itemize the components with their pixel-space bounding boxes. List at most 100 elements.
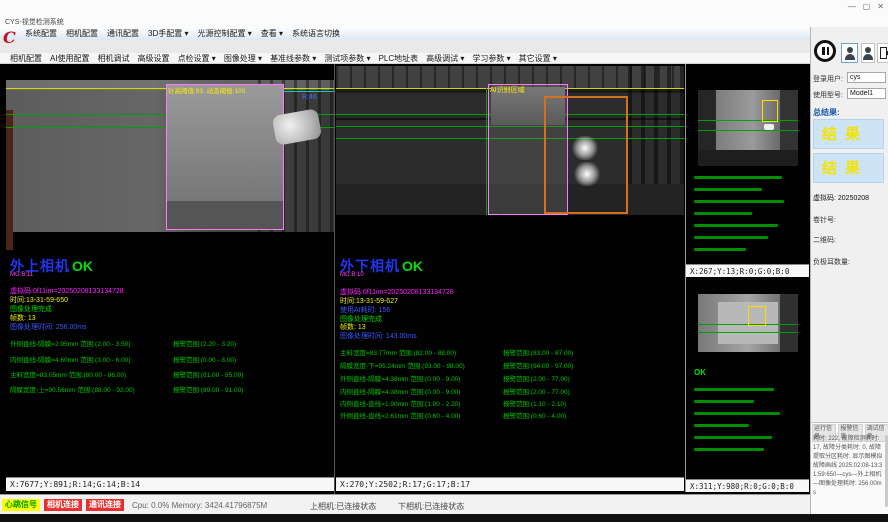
alarm-range: 报警范围:(1.10 - 2.10) [503,398,566,408]
measurement-value: 内侧直线-隔膜=4.38mm 范围:(0.00 - 9.00) [340,389,460,396]
measurement-row: 隔膜宽度-上=90.56mm 范围:(88.00 - 92.00) 报警范围:(… [10,384,135,394]
tool-plc-table[interactable]: PLC地址表 [379,53,419,64]
baseline-line [698,120,798,121]
blurred-text-line [694,436,772,439]
right-top-camera-image[interactable] [698,90,798,166]
menu-view[interactable]: 查看 ▾ [261,28,283,39]
blurred-text-line [694,448,764,451]
coordinate-bar: X:270;Y:2502;R:17;G:17;B:17 [336,477,684,491]
alarm-range: 报警范围:(94.00 - 97.00) [503,360,573,370]
pixel-coordinates: X:311;Y:980;R:0;G:0;B:0 [690,482,794,491]
result-code-label: MG:B:11 [10,272,33,278]
measurement-row: 外侧直线-直线=2.61mm 范围:(0.60 - 4.00) 报警范围:(0.… [340,410,460,420]
result-box-2: 结果 [813,153,884,183]
lower-camera-status: 下相机:已连接状态 [398,501,464,512]
coordinate-bar: X:267;Y:13;R:0;G:0;B:0 [686,264,809,277]
middle-camera-image[interactable]: AI识别区域 [336,66,684,215]
toolbar: 相机配置 AI使用配置 相机调试 高级设置 点检设置 ▾ 图像处理 ▾ 基准线参… [0,53,888,64]
roi-box [166,84,284,230]
result-code-label: MG:B:10 [340,272,364,278]
roi-box [762,100,778,122]
pixel-coordinates: X:7677;Y:891;R:14;G:14;B:14 [10,480,140,489]
result-box-1: 结果 [813,119,884,149]
processing-time-line: 图像处理时间: 256.00ms [10,322,87,332]
right-top-camera-view: X:267;Y:13;R:0;G:0;B:0 [686,64,809,277]
tool-camera-debug[interactable]: 相机调试 [98,53,130,64]
qr-code-label: 二维码: [813,235,836,245]
user-icon [847,47,853,53]
tool-camera-config[interactable]: 相机配置 [10,53,42,64]
measurement-row: 隔膜宽度-下=95.24mm 范围:(93.00 - 98.00) 报警范围:(… [340,360,465,370]
window-controls: — ▢ ✕ [848,2,884,12]
pause-button[interactable] [814,40,836,62]
menu-camera-config[interactable]: 相机配置 [66,28,98,39]
tool-baseline-params[interactable]: 基准线参数 ▾ [270,53,316,64]
status-ok-label: OK [72,258,93,274]
measurement-row: 外侧直线-隔膜=2.95mm 范围:(2.00 - 3.50) 报警范围:(2.… [10,338,130,348]
blurred-text-line [694,412,780,415]
tool-test-params[interactable]: 测试项参数 ▾ [324,53,370,64]
minimize-icon[interactable]: — [848,2,856,12]
pause-icon [827,47,830,55]
machine-part [780,294,798,352]
title-bar: CYS-视觉检测系统 — ▢ ✕ [0,0,888,27]
tool-image-processing[interactable]: 图像处理 ▾ [224,53,262,64]
comm-connect-badge: 通讯连接 [86,499,124,511]
blurred-text-line [694,212,752,215]
menu-language[interactable]: 系统语言切换 [292,28,340,39]
blurred-text-line [694,236,768,239]
blurred-text-line [694,424,749,427]
left-camera-view: 针高阈值:93, 动态阈值:100 R:46 外上相机OK MG:B:11 虚拟… [6,64,334,494]
tool-ai-config[interactable]: AI使用配置 [50,53,90,64]
right-bottom-camera-image[interactable] [698,294,798,352]
logout-button[interactable] [877,43,888,63]
model-label: 使用型号: [813,90,843,100]
window-bottom-edge [0,514,888,522]
total-result-label: 总结果: [813,107,840,118]
menu-3d-config[interactable]: 3D手配置 ▾ [148,28,188,39]
tool-advanced-debug[interactable]: 高级调试 ▾ [426,53,464,64]
app-window: CYS-视觉检测系统 — ▢ ✕ C 系统配置 相机配置 通讯配置 3D手配置 … [0,0,888,522]
alarm-range: 报警范围:(0.00 - 8.00) [173,354,236,364]
menu-items: 系统配置 相机配置 通讯配置 3D手配置 ▾ 光源控制配置 ▾ 查看 ▾ 系统语… [25,27,340,40]
blurred-text-line [694,388,774,391]
measurement-value: 主料宽度=83.05mm 范围:(80.00 - 86.00) [10,372,126,379]
login-user-input[interactable] [847,72,886,83]
pixel-coordinates: X:267;Y:13;R:0;G:0;B:0 [690,267,789,276]
tool-other-settings[interactable]: 其它设置 ▾ [519,53,557,64]
blurred-text-line [694,248,746,251]
roi-box [748,306,766,326]
left-camera-image[interactable]: 针高阈值:93, 动态阈值:100 R:46 [6,80,334,232]
coordinate-bar: X:311;Y:980;R:0;G:0;B:0 [686,479,809,492]
upper-camera-status: 上相机:已连接状态 [310,501,376,512]
model-input[interactable] [847,88,886,99]
maximize-icon[interactable]: ▢ [863,2,871,12]
alarm-range: 报警范围:(2.00 - 77.00) [503,386,570,396]
measurement-value: 隔膜宽度-上=90.56mm 范围:(88.00 - 92.00) [10,387,135,394]
user-icon [863,54,873,60]
measurement-value: 外侧直线-直线=2.61mm 范围:(0.60 - 4.00) [340,413,460,420]
user-icon [845,54,855,60]
user-icon [865,47,871,53]
pin-number-label: 卷针号: [813,215,836,225]
measurement-row: 主料宽度=83.77mm 范围:(82.00 - 88.00) 报警范围:(83… [340,347,456,357]
close-icon[interactable]: ✕ [877,2,884,12]
tool-learning-params[interactable]: 学习参数 ▾ [472,53,510,64]
measurement-row: 内侧直线-直线=1.90mm 范围:(1.00 - 2.20) 报警范围:(1.… [340,398,460,408]
user-login-button[interactable] [841,43,858,63]
measurement-row: 内侧直线-隔膜=4.38mm 范围:(0.00 - 9.00) 报警范围:(2.… [340,386,460,396]
measurement-row: 主料宽度=83.05mm 范围:(80.00 - 86.00) 报警范围:(81… [10,369,126,379]
tool-advanced-settings[interactable]: 高级设置 [138,53,170,64]
status-ok-label: OK [694,368,706,377]
tool-spotcheck-settings[interactable]: 点检设置 ▾ [178,53,216,64]
alarm-range: 报警范围:(81.00 - 85.00) [173,369,243,379]
measurement-value: 隔膜宽度-下=95.24mm 范围:(93.00 - 98.00) [340,363,465,370]
alarm-range: 报警范围:(2.00 - 77.00) [503,373,570,383]
login-user-label: 登录用户: [813,74,843,84]
operator-button[interactable] [861,43,875,63]
status-bar: 心跳信号 相机连接 通讯连接 Cpu: 0.0% Memory: 3424.41… [0,494,810,514]
menu-comm-config[interactable]: 通讯配置 [107,28,139,39]
pixel-coordinates: X:270;Y:2502;R:17;G:17;B:17 [340,480,470,489]
menu-light-config[interactable]: 光源控制配置 ▾ [197,28,251,39]
menu-system-config[interactable]: 系统配置 [25,28,57,39]
